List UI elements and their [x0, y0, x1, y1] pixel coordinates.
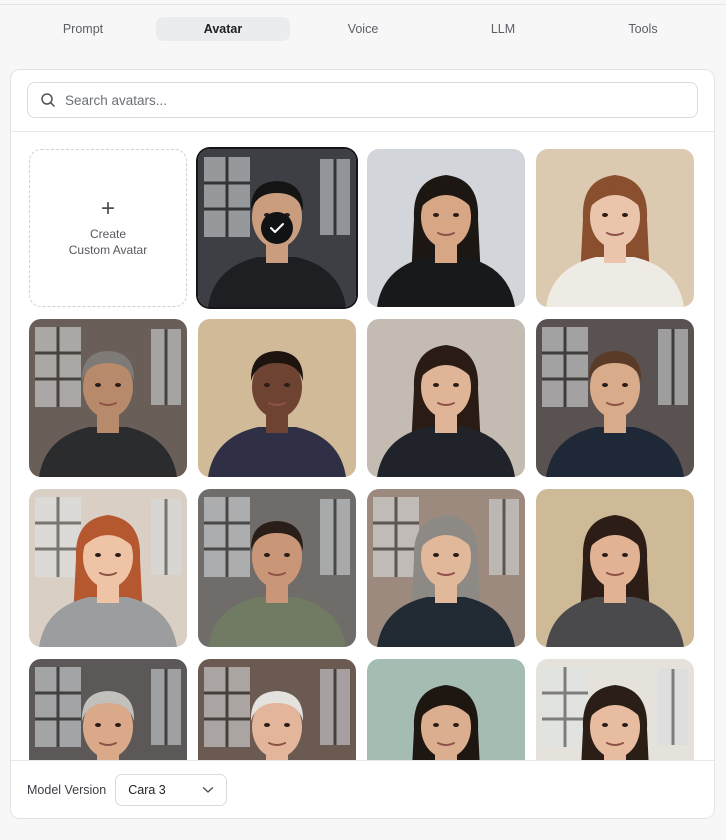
model-version-label: Model Version: [27, 782, 107, 797]
avatar-portrait: [198, 659, 356, 760]
model-version-value: Cara 3: [128, 782, 166, 797]
avatar-portrait: [29, 659, 187, 760]
tab-llm[interactable]: LLM: [436, 17, 570, 41]
tab-voice[interactable]: Voice: [296, 17, 430, 41]
search-input[interactable]: [65, 92, 665, 108]
tab-avatar[interactable]: Avatar: [156, 17, 290, 41]
avatar-card[interactable]: [536, 319, 694, 477]
avatar-card[interactable]: [367, 489, 525, 647]
plus-icon: +: [100, 195, 115, 222]
avatar-portrait: [536, 489, 694, 647]
avatar-portrait: [29, 489, 187, 647]
search-box[interactable]: [27, 82, 698, 118]
avatar-card[interactable]: [367, 149, 525, 307]
top-divider: [0, 4, 726, 5]
avatar-card[interactable]: [536, 149, 694, 307]
avatar-card[interactable]: [367, 659, 525, 760]
selected-check-icon: [261, 212, 293, 244]
chevron-down-icon: [203, 786, 214, 793]
avatar-grid: + Create Custom Avatar: [29, 149, 694, 760]
tab-prompt[interactable]: Prompt: [16, 17, 150, 41]
avatar-card[interactable]: [29, 489, 187, 647]
create-label-line2: Custom Avatar: [68, 243, 148, 257]
tab-tools[interactable]: Tools: [576, 17, 710, 41]
avatar-panel: + Create Custom Avatar Model Version Car…: [10, 69, 715, 819]
avatar-card[interactable]: [198, 149, 356, 307]
model-version-bar: Model Version Cara 3: [11, 760, 714, 818]
tab-bar: Prompt Avatar Voice LLM Tools: [16, 17, 710, 41]
avatar-portrait: [29, 319, 187, 477]
avatar-card[interactable]: [367, 319, 525, 477]
avatar-card[interactable]: [198, 489, 356, 647]
create-label-line1: Create: [89, 227, 127, 241]
search-icon: [41, 93, 55, 107]
avatar-portrait: [367, 149, 525, 307]
avatar-portrait: [536, 149, 694, 307]
avatar-portrait: [367, 319, 525, 477]
avatar-portrait: [367, 489, 525, 647]
avatar-card[interactable]: [29, 659, 187, 760]
avatar-portrait: [367, 659, 525, 760]
search-area: [11, 70, 714, 132]
avatar-card[interactable]: [536, 489, 694, 647]
model-version-select[interactable]: Cara 3: [115, 773, 228, 806]
avatar-card[interactable]: [198, 659, 356, 760]
avatar-grid-scroll[interactable]: + Create Custom Avatar: [11, 132, 714, 760]
avatar-portrait: [536, 319, 694, 477]
avatar-portrait: [198, 489, 356, 647]
avatar-portrait: [536, 659, 694, 760]
avatar-card[interactable]: [198, 319, 356, 477]
create-custom-avatar-button[interactable]: + Create Custom Avatar: [29, 149, 187, 307]
avatar-portrait: [198, 319, 356, 477]
avatar-card[interactable]: [29, 319, 187, 477]
avatar-card[interactable]: [536, 659, 694, 760]
